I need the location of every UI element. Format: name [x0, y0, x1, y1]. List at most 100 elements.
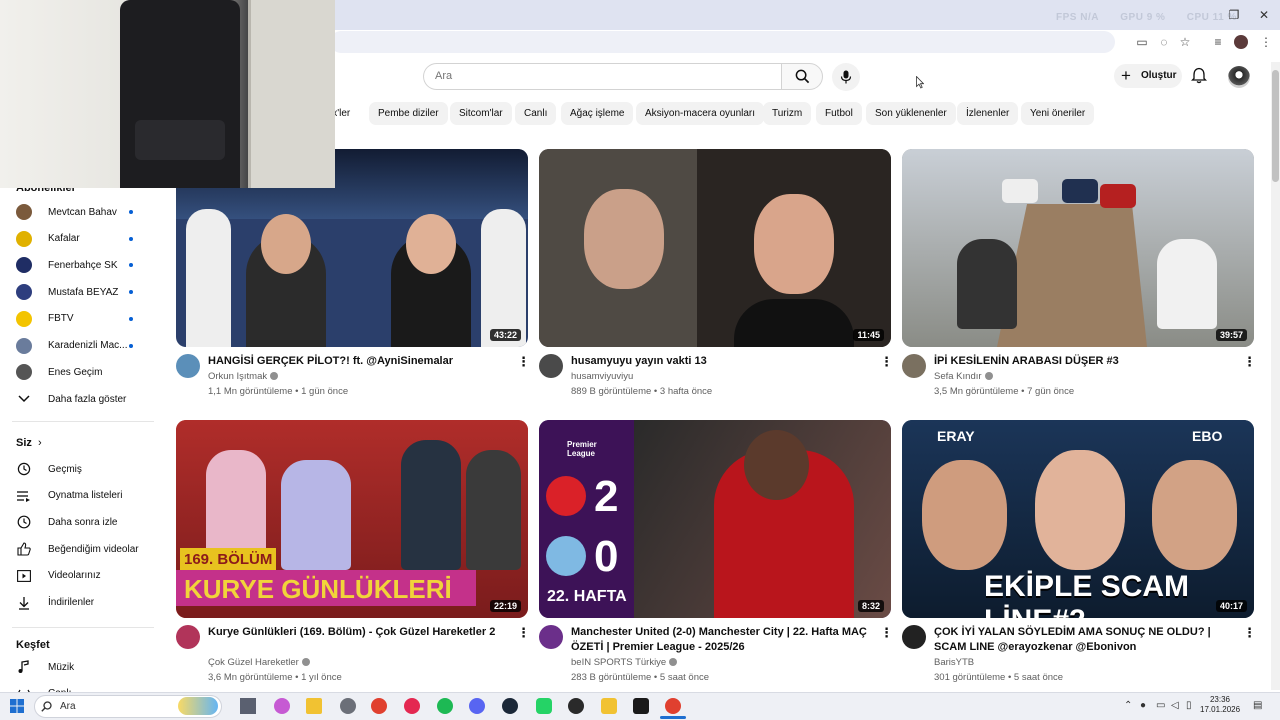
chrome-active-icon[interactable]: [665, 698, 681, 714]
show-more-button[interactable]: Daha fazla göster: [16, 386, 156, 412]
subscription-item[interactable]: Karadenizli Mac...: [16, 333, 156, 359]
filter-chip[interactable]: Ağaç işleme: [561, 102, 634, 125]
sidebar-item-watch-later[interactable]: Daha sonra izle: [16, 509, 156, 535]
notification-center-icon[interactable]: ▤: [1253, 700, 1262, 711]
video-title[interactable]: Kurye Günlükleri (169. Bölüm) - Çok Güze…: [208, 625, 508, 640]
filter-chip[interactable]: Turizm: [763, 102, 812, 125]
account-avatar[interactable]: [1228, 66, 1250, 88]
opera-gx-icon[interactable]: [404, 698, 420, 714]
video-title[interactable]: ÇOK İYİ YALAN SÖYLEDİM AMA SONUÇ NE OLDU…: [934, 625, 1234, 655]
video-channel[interactable]: beIN SPORTS Türkiye: [571, 655, 678, 670]
cast-icon[interactable]: ▭: [1135, 35, 1149, 49]
steam-icon[interactable]: [502, 698, 518, 714]
notifications-button[interactable]: [1190, 67, 1208, 89]
score-away: 0: [594, 532, 619, 581]
more-options-icon[interactable]: ⋮: [1243, 626, 1256, 640]
tray-chevron-icon[interactable]: ⌃: [1124, 700, 1132, 711]
game-app-icon[interactable]: [568, 698, 584, 714]
sidebar-item-history[interactable]: Geçmiş: [16, 456, 156, 482]
video-thumbnail[interactable]: 11:45: [539, 149, 891, 347]
bookmark-star-icon[interactable]: ☆: [1178, 35, 1192, 49]
tray-monitor-icon[interactable]: ▭: [1156, 700, 1165, 711]
channel-avatar[interactable]: [176, 354, 200, 378]
more-options-icon[interactable]: ⋮: [517, 355, 530, 369]
video-title[interactable]: İPİ KESİLENİN ARABASI DÜŞER #3: [934, 354, 1234, 369]
discord-icon[interactable]: [469, 698, 485, 714]
file-explorer-icon[interactable]: [306, 698, 322, 714]
subscription-item[interactable]: Kafalar: [16, 226, 156, 252]
active-app-indicator: [660, 716, 686, 719]
video-channel[interactable]: Sefa Kındır: [934, 369, 993, 384]
search-input[interactable]: Ara: [423, 63, 781, 90]
video-thumbnail[interactable]: Premier League 2 0 22. HAFTA 8:32: [539, 420, 891, 618]
more-options-icon[interactable]: ⋮: [517, 626, 530, 640]
more-options-icon[interactable]: ⋮: [880, 626, 893, 640]
search-button[interactable]: [781, 63, 823, 90]
you-heading[interactable]: Siz ›: [16, 437, 42, 449]
roblox-icon[interactable]: [601, 698, 617, 714]
tray-network-icon[interactable]: ▯: [1186, 700, 1192, 711]
taskbar-clock[interactable]: 23:36 17.01.2026: [1200, 695, 1240, 715]
restore-window-icon[interactable]: ❐: [1227, 8, 1241, 22]
bell-icon: [1190, 67, 1208, 84]
whatsapp-icon[interactable]: [536, 698, 552, 714]
filter-chip[interactable]: Canlı: [515, 102, 557, 125]
subscription-item[interactable]: FBTV: [16, 306, 156, 332]
tray-mic-icon[interactable]: ●: [1140, 700, 1146, 711]
subscription-item[interactable]: Mustafa BEYAZ: [16, 279, 156, 305]
sidebar-item-playlist[interactable]: Oynatma listeleri: [16, 483, 156, 509]
voice-search-button[interactable]: [832, 63, 860, 91]
channel-avatar[interactable]: [539, 625, 563, 649]
video-thumbnail[interactable]: ERAY EBO EKİPLE SCAM LİNE#2 40:17: [902, 420, 1254, 618]
tray-volume-icon[interactable]: ◁: [1171, 700, 1179, 711]
video-title[interactable]: husamyuyu yayın vakti 13: [571, 354, 871, 369]
video-channel[interactable]: husamviyuviyu: [571, 369, 633, 384]
subscription-item[interactable]: Enes Geçim: [16, 359, 156, 385]
more-options-icon[interactable]: ⋮: [880, 355, 893, 369]
sidebar-item-download[interactable]: İndirilenler: [16, 590, 156, 616]
video-title[interactable]: HANGİSİ GERÇEK PİLOT?! ft. @AyniSinemala…: [208, 354, 508, 369]
filter-chip[interactable]: Futbol: [816, 102, 862, 125]
eye-off-icon[interactable]: ◌: [1157, 35, 1171, 49]
filter-chip[interactable]: Aksiyon-macera oyunları: [636, 102, 765, 125]
windows-start-icon[interactable]: [10, 699, 24, 713]
scrollbar-thumb[interactable]: [1272, 70, 1279, 182]
video-thumbnail[interactable]: 39:57: [902, 149, 1254, 347]
reading-list-icon[interactable]: ≡: [1211, 35, 1225, 49]
channel-avatar: [16, 337, 32, 354]
sidebar-item-like[interactable]: Beğendiğim videolar: [16, 536, 156, 562]
sidebar-item-your-videos[interactable]: Videolarınız: [16, 563, 156, 589]
sidebar-item-music[interactable]: Müzik: [16, 654, 156, 680]
watch-later-icon: [16, 514, 32, 530]
video-thumbnail[interactable]: 169. BÖLÜM KURYE GÜNLÜKLERİ 22:19: [176, 420, 528, 618]
copilot-icon[interactable]: [274, 698, 290, 714]
mic-icon: [840, 70, 852, 84]
filter-chip[interactable]: Yeni öneriler: [1021, 102, 1095, 125]
video-title[interactable]: Manchester United (2-0) Manchester City …: [571, 625, 871, 655]
video-channel[interactable]: BarisYTB: [934, 655, 974, 670]
menu-dots-icon[interactable]: ⋮: [1259, 35, 1273, 49]
profile-icon[interactable]: [1234, 35, 1248, 49]
channel-avatar[interactable]: [539, 354, 563, 378]
close-window-icon[interactable]: ✕: [1257, 8, 1271, 22]
filter-chip[interactable]: İzlenenler: [957, 102, 1019, 125]
like-icon: [16, 541, 32, 557]
capcut-icon[interactable]: [633, 698, 649, 714]
settings-icon[interactable]: [340, 698, 356, 714]
filter-chip[interactable]: Sitcom'lar: [450, 102, 512, 125]
task-view-icon[interactable]: [240, 698, 256, 714]
video-channel[interactable]: Orkun Işıtmak: [208, 369, 279, 384]
more-options-icon[interactable]: ⋮: [1243, 355, 1256, 369]
subscription-item[interactable]: Fenerbahçe SK: [16, 252, 156, 278]
filter-chip[interactable]: Pembe diziler: [369, 102, 448, 125]
filter-chip[interactable]: Son yüklenenler: [866, 102, 956, 125]
address-bar[interactable]: [330, 31, 1115, 53]
spotify-icon[interactable]: [437, 698, 453, 714]
channel-avatar[interactable]: [176, 625, 200, 649]
chrome-icon[interactable]: [371, 698, 387, 714]
channel-avatar[interactable]: [902, 354, 926, 378]
video-stats: 1,1 Mn görüntüleme • 1 gün önce: [208, 386, 349, 397]
subscription-item[interactable]: Mevtcan Bahav: [16, 199, 156, 225]
video-channel[interactable]: Çok Güzel Hareketler: [208, 655, 310, 670]
channel-avatar[interactable]: [902, 625, 926, 649]
